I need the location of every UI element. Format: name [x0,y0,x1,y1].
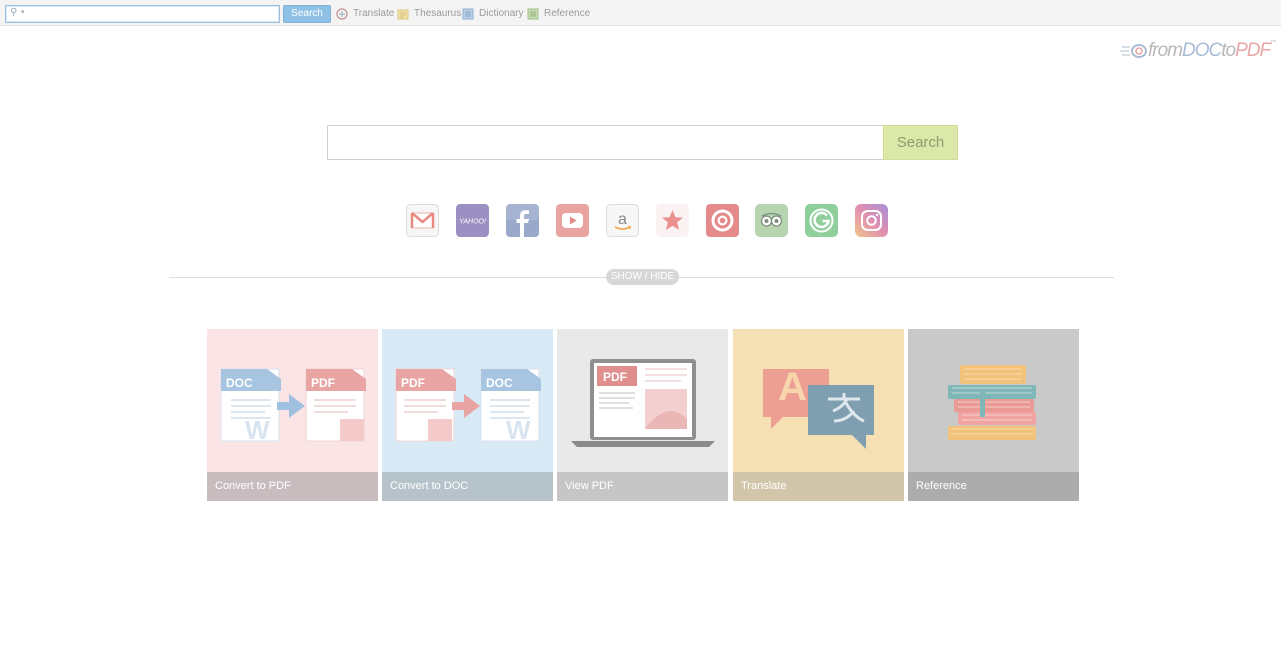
logo-text-from: from [1148,40,1183,61]
logo-text-pdf: PDF [1235,40,1271,61]
logo-trademark: ™ [1270,40,1276,46]
target-icon [706,204,739,237]
yahoo-icon: YAHOO! [456,204,489,237]
toolbar-link-reference[interactable]: Reference [527,7,590,21]
tile-view-pdf[interactable]: PDF View PDF [557,329,728,501]
tile-art: PDF [557,329,728,472]
tile-label: Reference [908,472,1079,501]
toolbar-search-field[interactable]: ⚲ ▾ [5,5,280,23]
toolbar-search-input[interactable] [30,7,275,21]
dictionary-icon [462,8,474,20]
tile-translate[interactable]: A Translate [733,329,904,501]
tile-pdf-badge: PDF [401,376,425,390]
logo-text-to: to [1221,40,1236,61]
tile-pdf-badge: PDF [603,370,627,384]
tile-doc-badge: DOC [226,376,253,390]
tile-reference[interactable]: Reference [908,329,1079,501]
show-hide-toggle[interactable]: SHOW / HIDE [606,269,679,285]
logo-text-doc: DOC [1182,40,1222,61]
toolbar-link-thesaurus[interactable]: Thesaurus [397,7,461,21]
grammarly-icon [805,204,838,237]
tile-label: View PDF [557,472,728,501]
tripadvisor-icon [755,204,788,237]
quicklink-gmail[interactable] [406,204,439,237]
quicklink-instagram[interactable] [855,204,888,237]
search-icon: ⚲ [10,7,18,18]
amazon-icon: a [606,204,639,237]
quicklink-facebook[interactable] [506,204,539,237]
divider-line-left [169,277,606,278]
svg-text:a: a [618,211,627,228]
tile-label: Translate [733,472,904,501]
tile-art: W DOC PDF [207,329,378,472]
macys-star-icon [656,204,689,237]
toolbar-link-label: Reference [544,8,591,19]
toolbar-search-button[interactable]: Search [283,5,331,23]
svg-text:W: W [506,415,531,445]
toolbar-link-label: Dictionary [479,8,524,19]
tile-convert-to-doc[interactable]: W PDF DOC Convert to DOC [382,329,553,501]
tile-pdf-badge: PDF [311,376,335,390]
toolbar-link-label: Translate [353,8,395,19]
tile-convert-to-pdf[interactable]: W DOC PDF Convert to PDF [207,329,378,501]
tile-letter-a: A [778,365,807,409]
divider-line-right [679,277,1114,278]
thesaurus-icon [397,8,409,20]
toolbar-link-dictionary[interactable]: Dictionary [462,7,523,21]
quicklink-youtube[interactable] [556,204,589,237]
youtube-icon [556,204,589,237]
gmail-icon [406,204,439,237]
translate-icon [336,8,348,20]
quicklink-grammarly[interactable] [805,204,838,237]
instagram-icon [855,204,888,237]
main-search-button[interactable]: Search [883,125,958,160]
tile-label: Convert to DOC [382,472,553,501]
toolbar: ⚲ ▾ Search Translate Thesaurus Dictionar… [0,0,1281,26]
main-search-input[interactable] [327,125,884,160]
facebook-icon [506,204,539,237]
toolbar-link-translate[interactable]: Translate [336,7,394,21]
svg-text:W: W [245,415,270,445]
tile-art [908,329,1079,472]
logo-swirl-icon [1120,44,1147,58]
tile-doc-badge: DOC [486,376,513,390]
svg-text:YAHOO!: YAHOO! [459,219,486,226]
logo-text: fromDOCtoPDF™ [1148,40,1276,62]
quicklink-target[interactable] [706,204,739,237]
fromdoctopdf-logo[interactable]: fromDOCtoPDF™ [1120,38,1276,64]
quicklink-amazon[interactable]: a [606,204,639,237]
tile-label: Convert to PDF [207,472,378,501]
tile-art: W PDF DOC [382,329,553,472]
tile-art: A [733,329,904,472]
quicklink-tripadvisor[interactable] [755,204,788,237]
main-search: Search [327,125,958,160]
quicklink-macys[interactable] [656,204,689,237]
reference-icon [527,8,539,20]
chevron-down-icon[interactable]: ▾ [21,8,25,16]
toolbar-link-label: Thesaurus [414,8,462,19]
quicklink-yahoo[interactable]: YAHOO! [456,204,489,237]
